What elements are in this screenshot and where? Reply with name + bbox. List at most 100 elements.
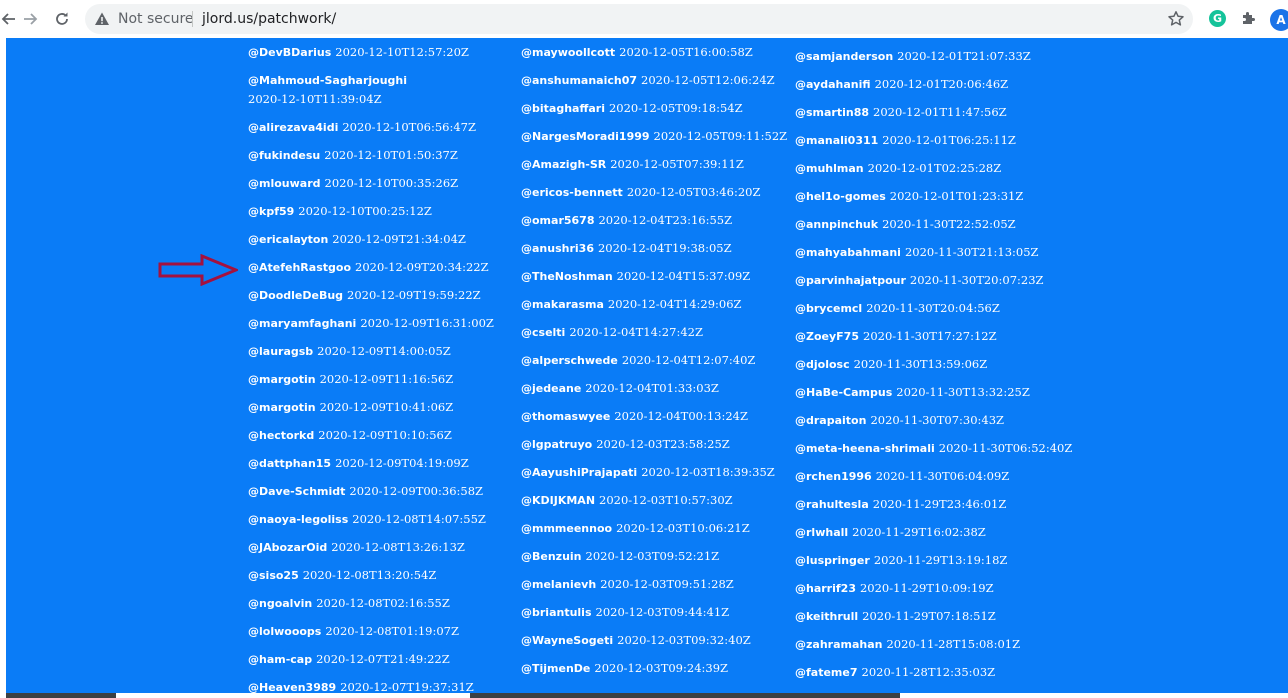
- entry-handle[interactable]: @rchen1996: [795, 470, 872, 483]
- entry-handle[interactable]: @smartin88: [795, 106, 869, 119]
- entry-handle[interactable]: @zahramahan: [795, 638, 882, 651]
- entry-handle[interactable]: @brycemcl: [795, 302, 862, 315]
- entry-handle[interactable]: @ericalayton: [248, 233, 328, 246]
- entry-handle[interactable]: @naoya-legoliss: [248, 513, 348, 526]
- entry-handle[interactable]: @DevBDarius: [248, 46, 331, 59]
- entry-handle[interactable]: @omar5678: [521, 214, 594, 227]
- entry-handle[interactable]: @kpf59: [248, 205, 294, 218]
- entry-handle[interactable]: @mlouward: [248, 177, 321, 190]
- extensions-puzzle-icon[interactable]: [1240, 9, 1258, 27]
- entry-handle[interactable]: @AayushiPrajapati: [521, 466, 637, 479]
- entry-row: @siso25 2020-12-08T13:20:54Z: [248, 566, 436, 585]
- entry-handle[interactable]: @TheNoshman: [521, 270, 613, 283]
- entry-handle[interactable]: @ZoeyF75: [795, 330, 859, 343]
- entry-handle[interactable]: @ham-cap: [248, 653, 312, 666]
- entry-handle[interactable]: @luspringer: [795, 554, 870, 567]
- entry-row: @margotin 2020-12-09T10:41:06Z: [248, 398, 453, 417]
- entry-handle[interactable]: @AtefehRastgoo: [248, 261, 351, 274]
- address-bar[interactable]: Not secure jlord.us/patchwork/: [85, 4, 1193, 34]
- entry-handle[interactable]: @harrif23: [795, 582, 856, 595]
- entry-handle[interactable]: @hel1o-gomes: [795, 190, 886, 203]
- reload-button[interactable]: [49, 6, 75, 32]
- entry-handle[interactable]: @keithrull: [795, 610, 858, 623]
- entry-handle[interactable]: @mmmeennoo: [521, 522, 612, 535]
- entry-timestamp: 2020-12-04T00:13:24Z: [614, 409, 748, 423]
- entry-handle[interactable]: @briantulis: [521, 606, 592, 619]
- entry-handle[interactable]: @Dave-Schmidt: [248, 485, 345, 498]
- forward-button[interactable]: [17, 6, 43, 32]
- entry-row: @fukindesu 2020-12-10T01:50:37Z: [248, 146, 458, 165]
- entry-handle[interactable]: @fateme7: [795, 666, 858, 679]
- entry-handle[interactable]: @siso25: [248, 569, 299, 582]
- url-text[interactable]: jlord.us/patchwork/: [202, 11, 336, 27]
- entry-handle[interactable]: @rahultesla: [795, 498, 869, 511]
- entry-row: @anushri36 2020-12-04T19:38:05Z: [521, 239, 732, 258]
- entry-handle[interactable]: @NargesMoradi1999: [521, 130, 650, 143]
- entry-handle[interactable]: @maywoollcott: [521, 46, 615, 59]
- entry-handle[interactable]: @Benzuin: [521, 550, 582, 563]
- scrollbar-thumb[interactable]: [470, 693, 900, 698]
- entry-handle[interactable]: @anshumanaich07: [521, 74, 637, 87]
- entry-handle[interactable]: @fukindesu: [248, 149, 320, 162]
- entry-handle[interactable]: @jedeane: [521, 382, 581, 395]
- entry-row: @lolwooops 2020-12-08T01:19:07Z: [248, 622, 459, 641]
- horizontal-scrollbar[interactable]: [0, 693, 1288, 698]
- entry-handle[interactable]: @hectorkd: [248, 429, 314, 442]
- entry-row: @manali0311 2020-12-01T06:25:11Z: [795, 131, 1016, 150]
- entry-handle[interactable]: @muhlman: [795, 162, 864, 175]
- entry-handle[interactable]: @DoodleDeBug: [248, 289, 343, 302]
- entry-handle[interactable]: @parvinhajatpour: [795, 274, 906, 287]
- entry-handle[interactable]: @manali0311: [795, 134, 878, 147]
- entry-timestamp: 2020-12-01T02:25:28Z: [867, 161, 1002, 175]
- entry-handle[interactable]: @ericos-bennett: [521, 186, 623, 199]
- entry-handle[interactable]: @maryamfaghani: [248, 317, 356, 330]
- entry-row: @ericos-bennett 2020-12-05T03:46:20Z: [521, 183, 760, 202]
- entry-row: @Dave-Schmidt 2020-12-09T00:36:58Z: [248, 482, 483, 501]
- entry-timestamp: 2020-12-03T10:57:30Z: [599, 493, 733, 507]
- entry-handle[interactable]: @KDIJKMAN: [521, 494, 595, 507]
- entry-timestamp: 2020-11-30T13:59:06Z: [853, 357, 988, 371]
- entry-handle[interactable]: @meta-heena-shrimali: [795, 442, 935, 455]
- entry-handle[interactable]: @lgpatruyo: [521, 438, 592, 451]
- profile-avatar[interactable]: A: [1270, 9, 1288, 31]
- entry-timestamp: 2020-12-09T20:34:22Z: [355, 260, 489, 274]
- entry-handle[interactable]: @alperschwede: [521, 354, 618, 367]
- entry-handle[interactable]: @makarasma: [521, 298, 604, 311]
- entry-handle[interactable]: @margotin: [248, 373, 316, 386]
- entry-handle[interactable]: @anushri36: [521, 242, 594, 255]
- entry-handle[interactable]: @margotin: [248, 401, 316, 414]
- security-status-label[interactable]: Not secure: [118, 11, 194, 27]
- entry-timestamp: 2020-11-30T06:52:40Z: [938, 441, 1073, 455]
- entry-handle[interactable]: @drapaiton: [795, 414, 866, 427]
- entry-handle[interactable]: @ngoalvin: [248, 597, 312, 610]
- entry-handle[interactable]: @JAbozarOid: [248, 541, 327, 554]
- entry-handle[interactable]: @HaBe-Campus: [795, 386, 892, 399]
- entry-handle[interactable]: @aydahanifi: [795, 78, 871, 91]
- entry-handle[interactable]: @alirezava4idi: [248, 121, 338, 134]
- entry-row: @drapaiton 2020-11-30T07:30:43Z: [795, 411, 1004, 430]
- entry-handle[interactable]: @Amazigh-SR: [521, 158, 606, 171]
- entry-handle[interactable]: @dattphan15: [248, 457, 331, 470]
- reload-icon: [56, 12, 68, 25]
- entry-handle[interactable]: @bitaghaffari: [521, 102, 605, 115]
- entry-handle[interactable]: @melanievh: [521, 578, 596, 591]
- entry-handle[interactable]: @cselti: [521, 326, 565, 339]
- entry-timestamp: 2020-11-29T10:09:19Z: [859, 581, 994, 595]
- warning-icon[interactable]: [94, 11, 110, 27]
- entry-handle[interactable]: @Mahmoud-Sagharjoughi: [248, 71, 418, 90]
- entry-handle[interactable]: @thomaswyee: [521, 410, 610, 423]
- entry-handle[interactable]: @TijmenDe: [521, 662, 590, 675]
- entry-handle[interactable]: @WayneSogeti: [521, 634, 613, 647]
- entry-handle[interactable]: @samjanderson: [795, 50, 893, 63]
- entry-row: @aydahanifi 2020-12-01T20:06:46Z: [795, 75, 1008, 94]
- star-icon[interactable]: [1167, 10, 1185, 28]
- entry-handle[interactable]: @annpinchuk: [795, 218, 878, 231]
- entry-handle[interactable]: @rlwhall: [795, 526, 848, 539]
- entry-handle[interactable]: @lauragsb: [248, 345, 313, 358]
- entry-handle[interactable]: @mahyabahmani: [795, 246, 901, 259]
- entry-row: @HaBe-Campus 2020-11-30T13:32:25Z: [795, 383, 1030, 402]
- entry-handle[interactable]: @lolwooops: [248, 625, 321, 638]
- entry-handle[interactable]: @djolosc: [795, 358, 850, 371]
- back-arrow-icon: [1, 13, 15, 25]
- grammarly-icon[interactable]: G: [1209, 10, 1226, 27]
